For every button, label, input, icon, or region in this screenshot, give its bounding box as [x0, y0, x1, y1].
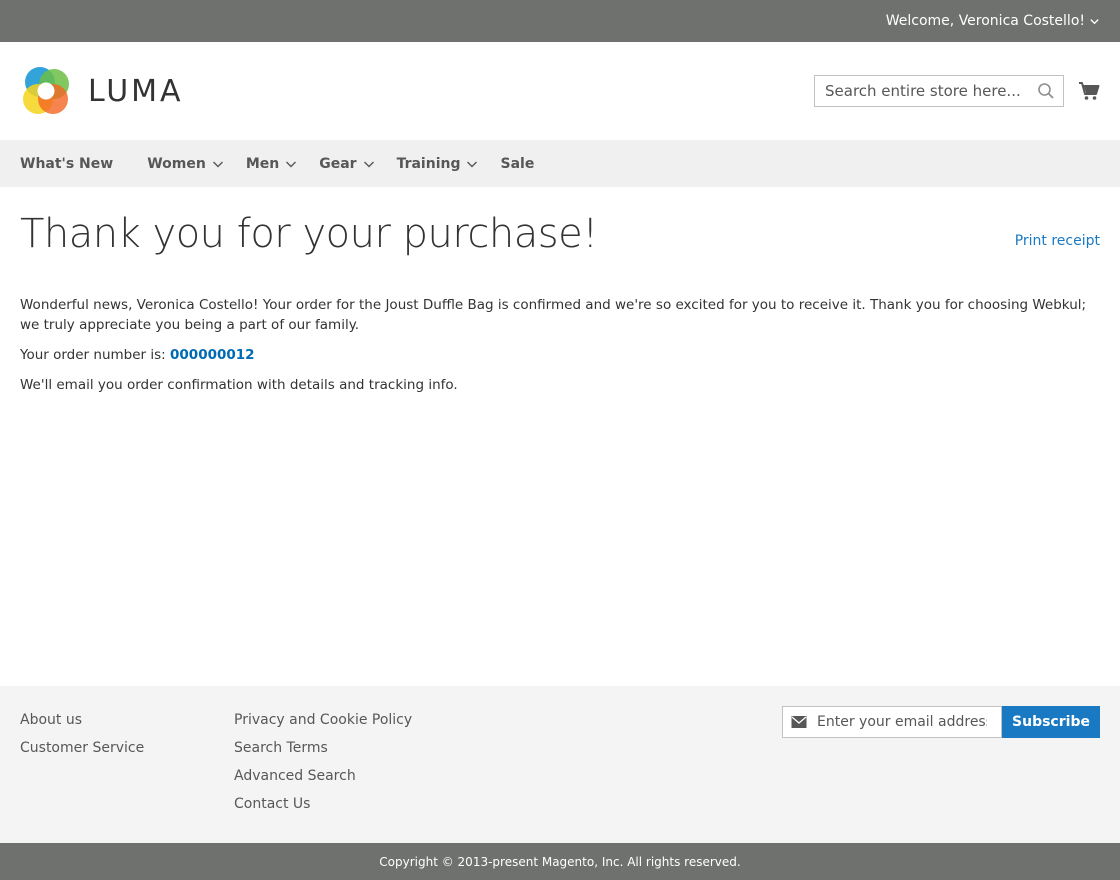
newsletter-form: Subscribe — [782, 706, 1100, 738]
order-number-line: Your order number is: 000000012 — [20, 345, 1100, 365]
top-bar: Welcome, Veronica Costello! — [0, 0, 1120, 42]
subscribe-button[interactable]: Subscribe — [1002, 706, 1100, 738]
search-icon[interactable] — [1037, 82, 1055, 100]
chevron-down-icon — [1090, 18, 1099, 24]
main-content: Thank you for your purchase! Print recei… — [0, 187, 1120, 686]
nav-item-label: Men — [245, 155, 280, 172]
email-field-wrapper — [782, 706, 1002, 738]
store-logo[interactable]: LUMA — [20, 65, 184, 117]
nav-item-training[interactable]: Training — [397, 156, 479, 172]
page-title: Thank you for your purchase! — [20, 211, 598, 257]
footer-link-contact-us[interactable]: Contact Us — [234, 790, 412, 818]
chevron-down-icon — [363, 161, 374, 167]
newsletter-email-input[interactable] — [817, 714, 987, 730]
nav-item-sale[interactable]: Sale — [500, 156, 534, 172]
nav-item-men[interactable]: Men — [246, 156, 297, 172]
copyright-text: Copyright © 2013-present Magento, Inc. A… — [379, 854, 741, 869]
footer: About us Customer Service Privacy and Co… — [0, 686, 1120, 843]
cart-icon[interactable] — [1078, 80, 1100, 102]
nav-item-label: What's New — [20, 155, 114, 172]
mail-icon — [791, 716, 807, 728]
logo-wordmark: LUMA — [88, 73, 184, 109]
welcome-menu[interactable]: Welcome, Veronica Costello! — [886, 13, 1100, 29]
nav-item-label: Gear — [319, 155, 357, 172]
footer-link-about-us[interactable]: About us — [20, 706, 144, 734]
main-nav: What's New Women Men Gear Training Sale — [0, 140, 1120, 187]
chevron-down-icon — [212, 161, 223, 167]
confirmation-text: Wonderful news, Veronica Costello! Your … — [20, 297, 1087, 333]
nav-item-label: Women — [147, 155, 206, 172]
order-number-label: Your order number is: — [20, 347, 171, 363]
nav-item-label: Training — [396, 155, 461, 172]
chevron-down-icon — [467, 161, 478, 167]
nav-item-label: Sale — [500, 155, 535, 172]
nav-item-whats-new[interactable]: What's New — [20, 156, 113, 172]
chevron-down-icon — [286, 161, 297, 167]
footer-link-advanced-search[interactable]: Advanced Search — [234, 762, 412, 790]
header: LUMA — [0, 42, 1120, 140]
search-box — [814, 75, 1064, 107]
nav-item-gear[interactable]: Gear — [319, 156, 374, 172]
footer-link-search-terms[interactable]: Search Terms — [234, 734, 412, 762]
nav-item-women[interactable]: Women — [147, 156, 224, 172]
email-note: We'll email you order confirmation with … — [20, 377, 458, 393]
footer-links-col1: About us Customer Service — [20, 706, 144, 762]
welcome-text: Welcome, Veronica Costello! — [885, 13, 1085, 29]
search-input[interactable] — [825, 82, 1025, 100]
luma-logo-icon — [23, 67, 69, 114]
order-number-link[interactable]: 000000012 — [170, 347, 255, 363]
footer-link-customer-service[interactable]: Customer Service — [20, 734, 144, 762]
footer-links-col2: Privacy and Cookie Policy Search Terms A… — [234, 706, 412, 818]
footer-link-privacy[interactable]: Privacy and Cookie Policy — [234, 706, 412, 734]
print-receipt-link[interactable]: Print receipt — [1015, 233, 1100, 249]
copyright-bar: Copyright © 2013-present Magento, Inc. A… — [0, 843, 1120, 880]
order-success-message: Wonderful news, Veronica Costello! Your … — [20, 295, 1100, 405]
